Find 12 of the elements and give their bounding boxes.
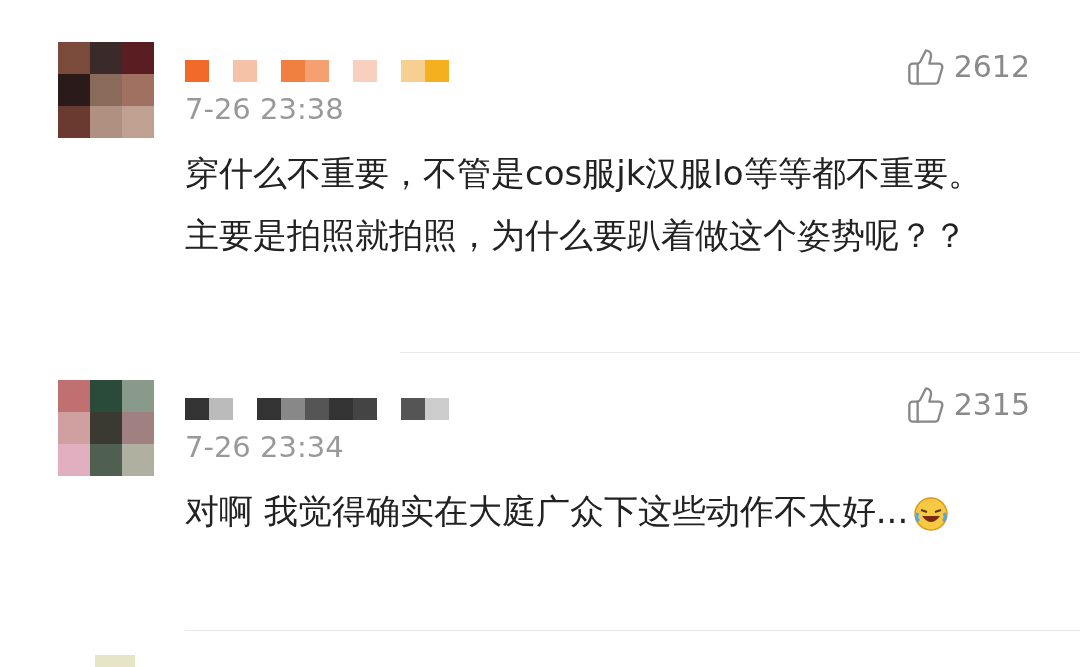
blurred-avatar[interactable] — [58, 42, 154, 138]
thumbs-up-icon[interactable] — [905, 384, 946, 425]
comment-text: 穿什么不重要，不管是cos服jk汉服lo等等都不重要。主要是拍照就拍照，为什么要趴着做这个姿势呢？？ — [185, 153, 982, 255]
laughing-emoji-icon — [912, 494, 951, 533]
like-count: 2315 — [953, 386, 1030, 424]
comment-text: 对啊 我觉得确实在大庭广众下这些动作不太好... — [185, 491, 909, 531]
blurred-avatar[interactable] — [58, 380, 154, 476]
comment-time: 7-26 23:34 — [185, 433, 344, 462]
comment-time: 7-26 23:38 — [185, 95, 344, 124]
thumbs-up-icon[interactable] — [905, 46, 946, 87]
blurred-username[interactable] — [185, 398, 449, 420]
like-count: 2612 — [953, 48, 1030, 86]
